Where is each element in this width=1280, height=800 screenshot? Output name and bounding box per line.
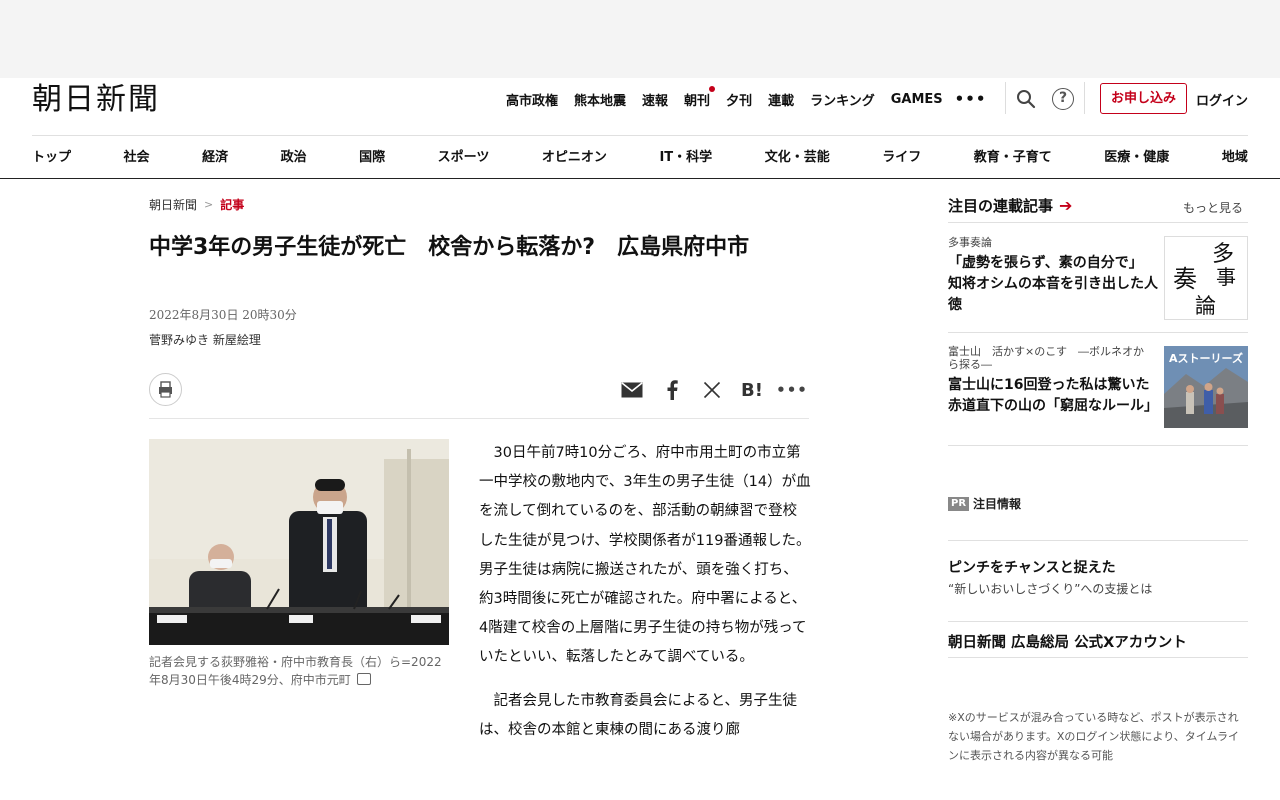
featured-series-heading[interactable]: 注目の連載記事 ➔ [948,195,1072,216]
x-timeline-notice: ※Xのサービスが混み合っている時など、ポストが表示されない場合があります。Xのロ… [948,711,1240,762]
print-button[interactable] [149,373,182,406]
site-logo[interactable]: 朝日新聞 [32,82,160,118]
photo-caption-text: 記者会見する荻野雅裕・府中市教育長（右）ら=2022年8月30日午後4時29分、… [149,655,442,687]
breadcrumb-current: 記事 [220,198,245,212]
x-share-icon[interactable] [700,378,724,402]
more-menu-icon[interactable]: ••• [955,90,987,108]
article-paragraph: 記者会見した市教育委員会によると、男子生徒は、校舎の本館と東棟の間にある渡り廊 [479,692,797,738]
printer-icon [159,381,172,398]
featured-article-title[interactable]: 「虚勢を張らず、素の自分で」 知将オシムの本音を引き出した人徳 [948,253,1158,316]
press-conference-image [149,439,449,645]
series-kicker: 富士山 活かす×のこす ―ボルネオから探る― [948,345,1144,371]
sidebar-divider [948,621,1248,622]
pr-article-subtitle[interactable]: “新しいおいしさづくり”への支援とは [948,580,1152,597]
mail-share-icon[interactable] [620,378,644,402]
new-indicator-dot [709,85,716,92]
login-link[interactable]: ログイン [1196,90,1248,109]
quick-nav-item[interactable]: ランキング [810,90,875,109]
nav-bottom-border [0,178,1280,179]
quick-nav: 高市政権 熊本地震 速報 朝刊 夕刊 連載 ランキング GAMES ••• [506,85,987,110]
main-nav-item[interactable]: 医療・健康 [1104,146,1169,165]
search-icon[interactable] [1016,89,1036,109]
article-divider [149,418,809,419]
pr-section-heading: PR 注目情報 [948,495,1021,512]
sidebar-divider [948,445,1248,446]
svg-text:論: 論 [1195,294,1216,318]
main-nav-item[interactable]: 社会 [124,146,150,165]
quick-nav-label: 朝刊 [684,93,711,109]
header-divider-line [32,135,1248,136]
featured-article-item[interactable]: 富士山 活かす×のこす ―ボルネオから探る― 富士山に16回登った私は驚いた 赤… [948,345,1248,428]
sidebar-divider [948,540,1248,541]
main-nav: トップ 社会 経済 政治 国際 スポーツ オピニオン IT・科学 文化・芸能 ラ… [32,146,1248,165]
signup-button[interactable]: お申し込み [1100,83,1187,114]
series-thumbnail[interactable]: Aストーリーズ [1164,346,1248,428]
svg-text:多: 多 [1212,242,1234,267]
article-title: 中学3年の男子生徒が死亡 校舎から転落か? 広島県府中市 [149,235,750,260]
main-nav-item[interactable]: 国際 [359,146,385,165]
sidebar-divider [948,657,1248,658]
calligraphy-logo-image: 多 事 奏 論 [1173,242,1236,318]
breadcrumb-home[interactable]: 朝日新聞 [149,196,197,213]
hatena-bookmark-icon[interactable]: B! [740,378,764,402]
photo-caption: 記者会見する荻野雅裕・府中市教育長（右）ら=2022年8月30日午後4時29分、… [149,653,449,689]
help-icon[interactable]: ? [1052,88,1074,110]
main-nav-item[interactable]: 教育・子育て [974,146,1052,165]
quick-nav-item[interactable]: 夕刊 [726,90,752,109]
quick-nav-item[interactable]: GAMES [891,92,943,107]
svg-text:事: 事 [1216,265,1236,289]
quick-nav-item[interactable]: 高市政権 [506,90,558,109]
article-date: 2022年8月30日 20時30分 [149,308,297,322]
article-body: 30日午前7時10分ごろ、府中市用土町の市立第一中学校の敷地内で、3年生の男子生… [479,439,811,759]
article-authors[interactable]: 菅野みゆき 新屋絵理 [149,331,261,348]
featured-article-item[interactable]: 多事奏論 「虚勢を張らず、素の自分で」 知将オシムの本音を引き出した人徳 多 事… [948,236,1248,320]
featured-article-title[interactable]: 富士山に16回登った私は驚いた 赤道直下の山の「窮屈なルール」 [948,375,1163,417]
ad-banner-space [0,0,1280,78]
svg-text:Aストーリーズ: Aストーリーズ [1169,351,1243,365]
main-nav-item[interactable]: IT・科学 [659,146,712,165]
image-gallery-icon[interactable] [356,673,371,685]
series-kicker: 多事奏論 [948,236,992,249]
svg-text:奏: 奏 [1173,265,1197,293]
main-nav-item[interactable]: トップ [32,146,71,165]
quick-nav-item[interactable]: 速報 [642,90,668,109]
breadcrumb-separator: > [204,198,214,211]
arrow-right-icon: ➔ [1059,196,1073,215]
mountain-climbers-image: Aストーリーズ [1164,346,1248,428]
quick-nav-item-morning[interactable]: 朝刊 [684,85,716,109]
article-paragraph: 30日午前7時10分ごろ、府中市用土町の市立第一中学校の敷地内で、3年生の男子生… [479,445,811,666]
main-nav-item[interactable]: 経済 [202,146,228,165]
pr-badge: PR [948,496,970,511]
header-divider [1084,82,1085,114]
main-nav-item[interactable]: 地域 [1222,146,1248,165]
pr-section-label: 注目情報 [973,497,1022,511]
main-nav-item[interactable]: スポーツ [438,146,490,165]
sidebar-divider [948,332,1248,333]
breadcrumb: 朝日新聞 > 記事 [149,196,244,213]
facebook-share-icon[interactable] [660,378,684,402]
article-photo[interactable] [149,439,449,645]
more-share-icon[interactable]: ••• [776,378,807,402]
main-nav-item[interactable]: 政治 [281,146,307,165]
pr-article-title[interactable]: ピンチをチャンスと捉えた [948,557,1116,577]
quick-nav-item[interactable]: 連載 [768,90,794,109]
main-nav-item[interactable]: ライフ [882,146,921,165]
sidebar-divider [948,222,1248,223]
see-more-link[interactable]: もっと見る [1183,199,1243,216]
quick-nav-item[interactable]: 熊本地震 [574,90,626,109]
main-nav-item[interactable]: 文化・芸能 [765,146,830,165]
header-divider [1005,82,1006,114]
main-nav-item[interactable]: オピニオン [542,146,607,165]
share-bar: B! ••• [620,378,807,402]
featured-series-title: 注目の連載記事 [948,197,1054,215]
x-account-heading[interactable]: 朝日新聞 広島総局 公式Xアカウント [948,631,1187,652]
series-thumbnail[interactable]: 多 事 奏 論 [1164,236,1248,320]
